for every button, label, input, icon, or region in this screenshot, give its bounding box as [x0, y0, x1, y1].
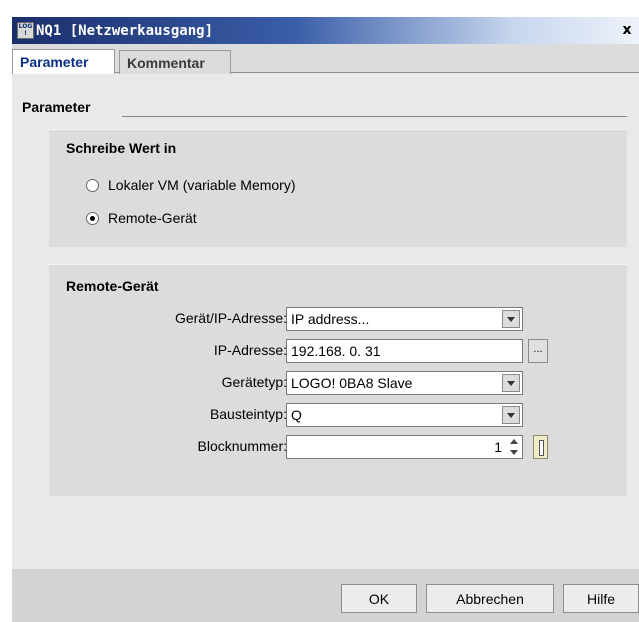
close-icon: x [622, 22, 632, 38]
logo-app-icon: LOG ! [17, 22, 34, 39]
block-number-stepper[interactable]: 1 [286, 435, 523, 459]
help-button[interactable]: Hilfe [563, 584, 639, 613]
remote-device-group: Remote-Gerät Gerät/IP-Adresse: IP addres… [49, 264, 627, 496]
ip-address-value: 192.168. 0. 31 [291, 343, 381, 359]
title-bar: LOG ! NQ1 [Netzwerkausgang] x [12, 17, 639, 44]
chevron-down-icon[interactable] [502, 374, 520, 392]
ip-address-row: 192.168. 0. 31 ... [49, 339, 627, 363]
block-number-value: 1 [494, 439, 502, 455]
ip-address-input[interactable]: 192.168. 0. 31 [286, 339, 523, 363]
device-ip-value: IP address... [291, 311, 370, 327]
device-type-value: LOGO! 0BA8 Slave [291, 375, 413, 391]
block-pin-button[interactable] [533, 435, 548, 459]
close-button[interactable]: x [617, 21, 637, 39]
parameter-panel: Parameter Schreibe Wert in Lokaler VM (v… [12, 74, 639, 569]
section-divider [122, 116, 627, 117]
radio-remote-device[interactable]: Remote-Gerät [86, 210, 197, 226]
device-type-select[interactable]: LOGO! 0BA8 Slave [286, 371, 523, 395]
tab-bar: Parameter Kommentar [12, 44, 639, 74]
spin-down-icon[interactable] [510, 450, 518, 455]
window-title: NQ1 [Netzwerkausgang] [36, 22, 214, 39]
write-value-group: Schreibe Wert in Lokaler VM (variable Me… [49, 129, 627, 247]
device-ip-label: Gerät/IP-Adresse: [174, 310, 287, 326]
block-type-select[interactable]: Q [286, 403, 523, 427]
block-number-label: Blocknummer: [197, 438, 287, 454]
app-icon-text: LOG [18, 23, 33, 30]
app-icon-mark: ! [24, 30, 27, 37]
tab-kommentar[interactable]: Kommentar [119, 50, 231, 74]
device-type-label: Gerätetyp: [221, 374, 287, 390]
device-ip-select[interactable]: IP address... [286, 307, 523, 331]
spinner-icon[interactable] [508, 439, 520, 455]
chevron-down-icon[interactable] [502, 406, 520, 424]
chevron-down-icon[interactable] [502, 310, 520, 328]
cancel-button[interactable]: Abbrechen [426, 584, 554, 613]
block-type-value: Q [291, 407, 302, 423]
radio-local-vm[interactable]: Lokaler VM (variable Memory) [86, 177, 296, 193]
remote-device-title: Remote-Gerät [66, 278, 159, 294]
parameter-section-title: Parameter [22, 99, 91, 115]
block-type-label: Bausteintyp: [209, 406, 287, 422]
dialog-body: Parameter Kommentar Parameter Schreibe W… [12, 44, 639, 622]
ok-button[interactable]: OK [341, 584, 417, 613]
spin-up-icon[interactable] [510, 439, 518, 444]
write-value-title: Schreibe Wert in [66, 140, 177, 156]
ip-browse-button[interactable]: ... [528, 339, 548, 363]
tab-parameter[interactable]: Parameter [12, 49, 115, 74]
radio-remote-device-label: Remote-Gerät [108, 210, 197, 226]
radio-local-vm-button[interactable] [86, 178, 99, 192]
radio-remote-device-button[interactable] [86, 211, 99, 225]
button-bar: OK Abbrechen Hilfe [12, 569, 639, 622]
radio-local-vm-label: Lokaler VM (variable Memory) [108, 177, 296, 193]
